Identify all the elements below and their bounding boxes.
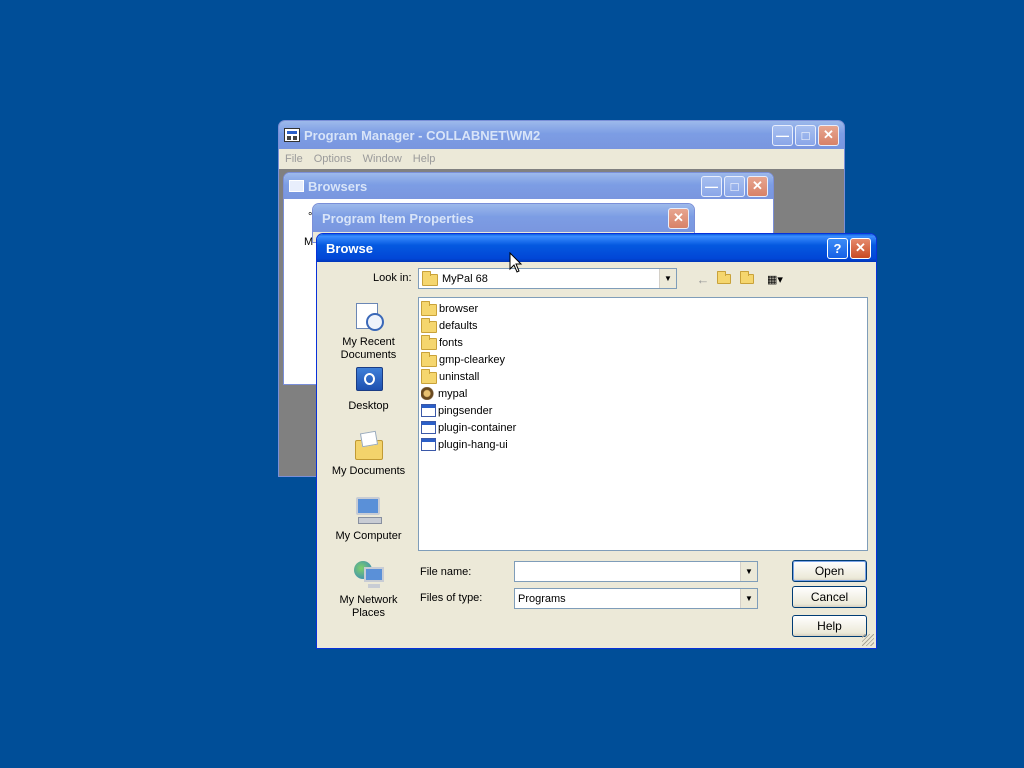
maximize-button[interactable]: □ (795, 124, 816, 146)
list-item[interactable]: browser (419, 300, 867, 317)
back-arrow-icon[interactable]: ← (694, 271, 712, 287)
look-in-label: Look in: (373, 272, 412, 284)
place-my-computer[interactable]: My Computer (326, 495, 411, 543)
place-label: Desktop (348, 400, 389, 412)
file-name: pingsender (438, 404, 493, 417)
place-network-places[interactable]: My Network Places (326, 559, 411, 620)
place-recent-documents[interactable]: My Recent Documents (326, 301, 411, 362)
list-item[interactable]: plugin-container (419, 419, 867, 436)
folder-icon (421, 301, 437, 316)
list-item[interactable]: defaults (419, 317, 867, 334)
file-name: browser (439, 302, 479, 315)
folder-icon (421, 318, 437, 333)
list-item[interactable]: pingsender (419, 402, 867, 419)
file-name-label: File name: (420, 566, 472, 578)
properties-title: Program Item Properties (322, 210, 474, 226)
file-name: gmp-clearkey (439, 353, 506, 366)
files-of-type-dropdown[interactable]: Programs ▼ (514, 588, 758, 609)
minimize-button[interactable]: — (772, 124, 793, 146)
place-label: My Documents (331, 465, 406, 477)
chevron-down-icon[interactable]: ▼ (740, 589, 757, 608)
browse-titlebar[interactable]: Browse ? ✕ (317, 234, 876, 262)
chevron-down-icon[interactable]: ▼ (740, 562, 757, 581)
list-item[interactable]: uninstall (419, 368, 867, 385)
file-name: defaults (439, 319, 478, 332)
application-icon (421, 421, 436, 434)
file-name: mypal (438, 387, 468, 400)
resize-grip-icon[interactable] (862, 634, 874, 646)
new-folder-icon[interactable] (738, 271, 756, 287)
maximize-button[interactable]: □ (724, 175, 745, 197)
file-name: fonts (439, 336, 463, 349)
menu-window[interactable]: Window (363, 153, 402, 165)
window-icon (289, 180, 304, 192)
recent-documents-icon (352, 301, 386, 333)
list-item[interactable]: fonts (419, 334, 867, 351)
folder-icon (421, 352, 437, 367)
list-item[interactable]: plugin-hang-ui (419, 436, 867, 453)
list-item[interactable]: gmp-clearkey (419, 351, 867, 368)
folder-icon (421, 369, 437, 384)
help-question-button[interactable]: ? (827, 237, 848, 259)
help-button[interactable]: Help (792, 615, 867, 637)
cancel-button[interactable]: Cancel (792, 586, 867, 608)
my-computer-icon (352, 495, 386, 527)
properties-titlebar[interactable]: Program Item Properties ✕ (313, 204, 694, 232)
files-of-type-label: Files of type: (420, 592, 483, 604)
files-of-type-value: Programs (518, 592, 566, 605)
close-button[interactable]: ✕ (818, 124, 839, 146)
close-button[interactable]: ✕ (668, 207, 689, 229)
application-icon (421, 438, 436, 451)
menu-file[interactable]: File (285, 153, 303, 165)
mypal-app-icon (421, 387, 436, 400)
close-button[interactable]: ✕ (747, 175, 768, 197)
look-in-value: MyPal 68 (442, 272, 488, 285)
network-places-icon (352, 559, 386, 591)
up-folder-icon[interactable] (715, 271, 733, 287)
place-label: My Computer (335, 530, 402, 542)
browse-title: Browse (326, 240, 373, 256)
folder-icon (421, 335, 437, 350)
open-button[interactable]: Open (792, 560, 867, 582)
look-in-dropdown[interactable]: MyPal 68 ▼ (418, 268, 677, 289)
mouse-cursor-icon (509, 252, 523, 273)
view-menu-icon[interactable]: ▦▾ (762, 271, 788, 287)
application-icon (421, 404, 436, 417)
my-documents-icon (352, 430, 386, 462)
file-name-input[interactable]: ▼ (514, 561, 758, 582)
folder-icon (422, 271, 438, 286)
file-list[interactable]: browser defaults fonts gmp-clearkey unin… (418, 297, 868, 551)
minimize-button[interactable]: — (701, 175, 722, 197)
look-in-selected: MyPal 68 (419, 271, 659, 286)
chevron-down-icon[interactable]: ▼ (659, 269, 676, 288)
file-name: plugin-container (438, 421, 517, 434)
browsers-title: Browsers (308, 178, 368, 194)
desktop-icon (352, 365, 386, 397)
menu-help[interactable]: Help (413, 153, 436, 165)
program-manager-titlebar[interactable]: Program Manager - COLLABNET\WM2 — □ ✕ (279, 121, 844, 149)
program-manager-icon (284, 128, 300, 142)
file-name: plugin-hang-ui (438, 438, 508, 451)
list-item[interactable]: mypal (419, 385, 867, 402)
place-label: My Network Places (339, 594, 398, 619)
file-name: uninstall (439, 370, 480, 383)
program-manager-title: Program Manager - COLLABNET\WM2 (304, 127, 541, 143)
menu-options[interactable]: Options (314, 153, 352, 165)
place-label: My Recent Documents (340, 336, 397, 361)
program-manager-menubar: File Options Window Help (279, 149, 844, 169)
place-my-documents[interactable]: My Documents (326, 430, 411, 478)
place-desktop[interactable]: Desktop (326, 365, 411, 413)
close-button[interactable]: ✕ (850, 237, 871, 259)
browsers-titlebar[interactable]: Browsers — □ ✕ (284, 173, 773, 199)
